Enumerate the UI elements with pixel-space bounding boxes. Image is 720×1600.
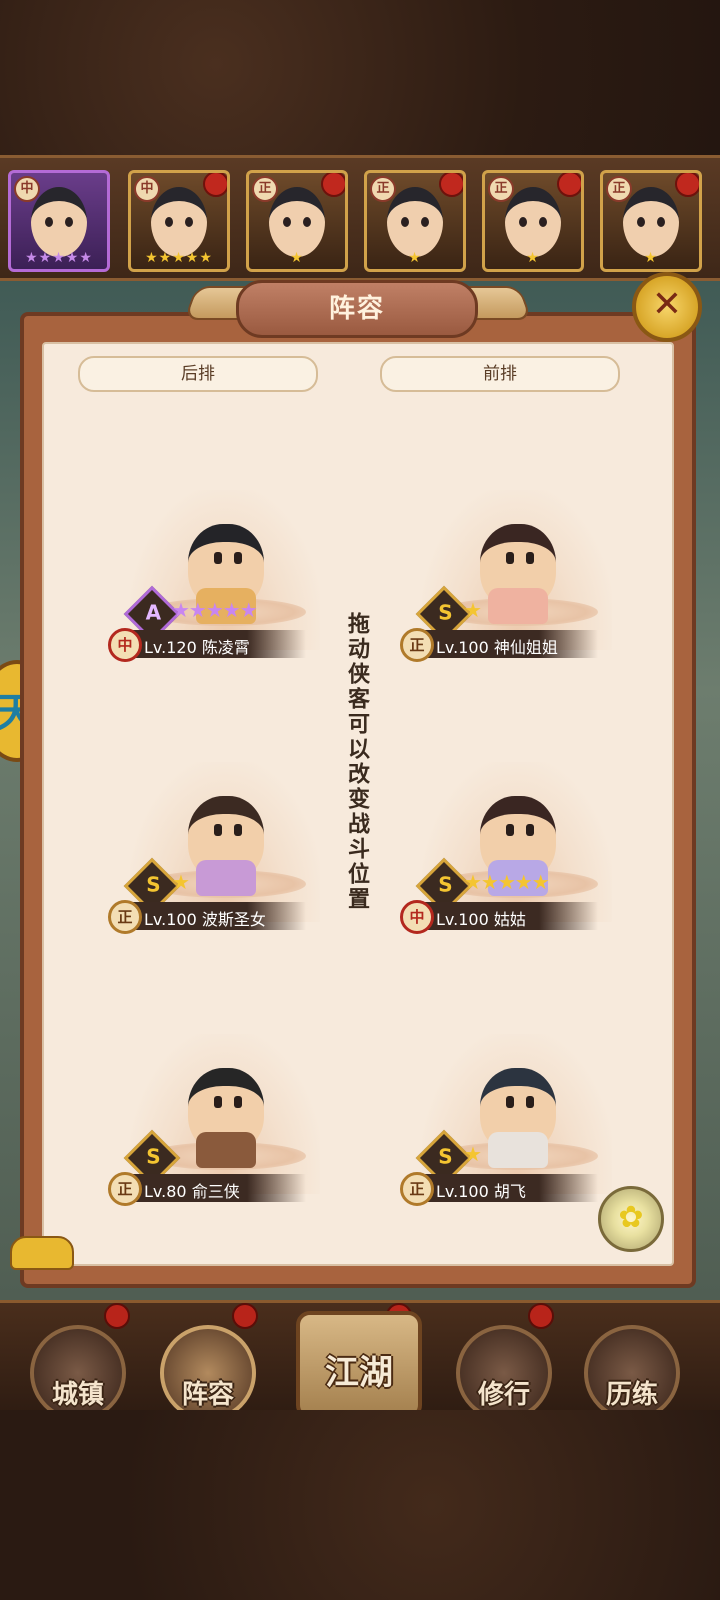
rank-badge: 中 <box>14 176 40 202</box>
pinwheel-icon[interactable]: ✿ <box>598 1186 664 1252</box>
nav-town[interactable]: 城镇 <box>30 1325 126 1421</box>
hero-nameplate: 中 Lv.100 姑姑 <box>400 900 598 934</box>
hero-nameplate: 正 Lv.100 神仙姐姐 <box>400 628 598 662</box>
hero-level: Lv.100 <box>436 1182 489 1201</box>
panel-title: 阵容 <box>236 280 478 338</box>
red-dot-icon <box>528 1303 554 1329</box>
formation-slot[interactable]: S 正 Lv.80 俞三侠 <box>108 1024 340 1224</box>
red-dot-icon <box>203 173 227 197</box>
hero-stars: ★ <box>408 250 422 266</box>
red-dot-icon <box>232 1303 258 1329</box>
hero-stars: ★ <box>526 250 540 266</box>
hero-portrait <box>31 187 87 257</box>
hero-stars: ★★★★★ <box>464 870 550 894</box>
hero-stars: ★★★★★ <box>25 250 93 266</box>
hero-stars: ★★★★★ <box>172 598 258 622</box>
rank-badge: 中 <box>108 628 142 662</box>
formation-slot[interactable]: S ★ 正 Lv.100 胡飞 <box>400 1024 632 1224</box>
hero-card[interactable]: 正 ★ <box>246 170 348 272</box>
rank-badge: 正 <box>606 176 632 202</box>
hero-nameplate: 中 Lv.120 陈凌霄 <box>108 628 306 662</box>
hero-level: Lv.120 <box>144 638 197 657</box>
hero-portrait <box>387 187 443 257</box>
hero-stars: ★ <box>644 250 658 266</box>
close-icon: ✕ <box>651 284 683 325</box>
hero-portrait <box>151 187 207 257</box>
close-button[interactable]: ✕ <box>632 272 702 342</box>
rank-badge: 正 <box>488 176 514 202</box>
rank-badge: 正 <box>400 628 434 662</box>
back-row-header: 后排 <box>78 356 318 392</box>
hero-name: 波斯圣女 <box>201 910 266 929</box>
red-dot-icon <box>104 1303 130 1329</box>
hero-level: Lv.80 <box>144 1182 187 1201</box>
hero-name: 姑姑 <box>493 910 526 929</box>
front-row-header: 前排 <box>380 356 620 392</box>
formation-slot[interactable]: S ★ 正 Lv.100 神仙姐姐 <box>400 480 632 680</box>
rank-badge: 中 <box>134 176 160 202</box>
hero-stars: ★ <box>290 250 304 266</box>
rank-badge: 正 <box>400 1172 434 1206</box>
rank-badge: 正 <box>370 176 396 202</box>
hero-level: Lv.100 <box>436 638 489 657</box>
red-dot-icon <box>675 173 699 197</box>
hero-portrait <box>623 187 679 257</box>
hero-stars: ★ <box>464 598 482 622</box>
hero-nameplate: 正 Lv.100 波斯圣女 <box>108 900 306 934</box>
top-background <box>0 0 720 160</box>
nav-lineup[interactable]: 阵容 <box>160 1325 256 1421</box>
formation-slot[interactable]: A ★★★★★ 中 Lv.120 陈凌霄 <box>108 480 340 680</box>
nav-trial[interactable]: 历练 <box>584 1325 680 1421</box>
hero-card[interactable]: 正 ★ <box>600 170 702 272</box>
red-dot-icon <box>439 173 463 197</box>
nav-training[interactable]: 修行 <box>456 1325 552 1421</box>
hero-name: 神仙姐姐 <box>493 638 558 657</box>
hero-stars: ★★★★★ <box>145 250 213 266</box>
bottom-nav: 城镇 阵容 江湖 修行 历练 <box>0 1300 720 1421</box>
hero-portrait <box>269 187 325 257</box>
formation-slot[interactable]: S ★ 正 Lv.100 波斯圣女 <box>108 752 340 952</box>
drag-hint: 拖动侠客可以改变战斗位置 <box>344 612 369 912</box>
red-dot-icon <box>321 173 345 197</box>
hero-strip: 中 ★★★★★ 中 ★★★★★ 正 ★ 正 ★ 正 ★ 正 ★ <box>0 155 720 281</box>
hero-card[interactable]: 正 ★ <box>364 170 466 272</box>
red-dot-icon <box>557 173 581 197</box>
hero-card[interactable]: 正 ★ <box>482 170 584 272</box>
hero-nameplate: 正 Lv.100 胡飞 <box>400 1172 598 1206</box>
bottom-background <box>0 1410 720 1600</box>
hero-card[interactable]: 中 ★★★★★ <box>8 170 110 272</box>
rank-badge: 正 <box>252 176 278 202</box>
hero-card[interactable]: 中 ★★★★★ <box>128 170 230 272</box>
hero-nameplate: 正 Lv.80 俞三侠 <box>108 1172 306 1206</box>
hero-name: 陈凌霄 <box>201 638 250 657</box>
rank-badge: 正 <box>108 900 142 934</box>
hero-stars: ★ <box>172 870 190 894</box>
formation-slot[interactable]: S ★★★★★ 中 Lv.100 姑姑 <box>400 752 632 952</box>
nav-jianghu[interactable]: 江湖 <box>296 1311 422 1419</box>
cloud-icon <box>10 1236 74 1270</box>
hero-stars: ★ <box>464 1142 482 1166</box>
hero-level: Lv.100 <box>144 910 197 929</box>
hero-level: Lv.100 <box>436 910 489 929</box>
hero-portrait <box>505 187 561 257</box>
rank-badge: 正 <box>108 1172 142 1206</box>
rank-badge: 中 <box>400 900 434 934</box>
hero-name: 俞三侠 <box>191 1182 240 1201</box>
hero-name: 胡飞 <box>493 1182 526 1201</box>
